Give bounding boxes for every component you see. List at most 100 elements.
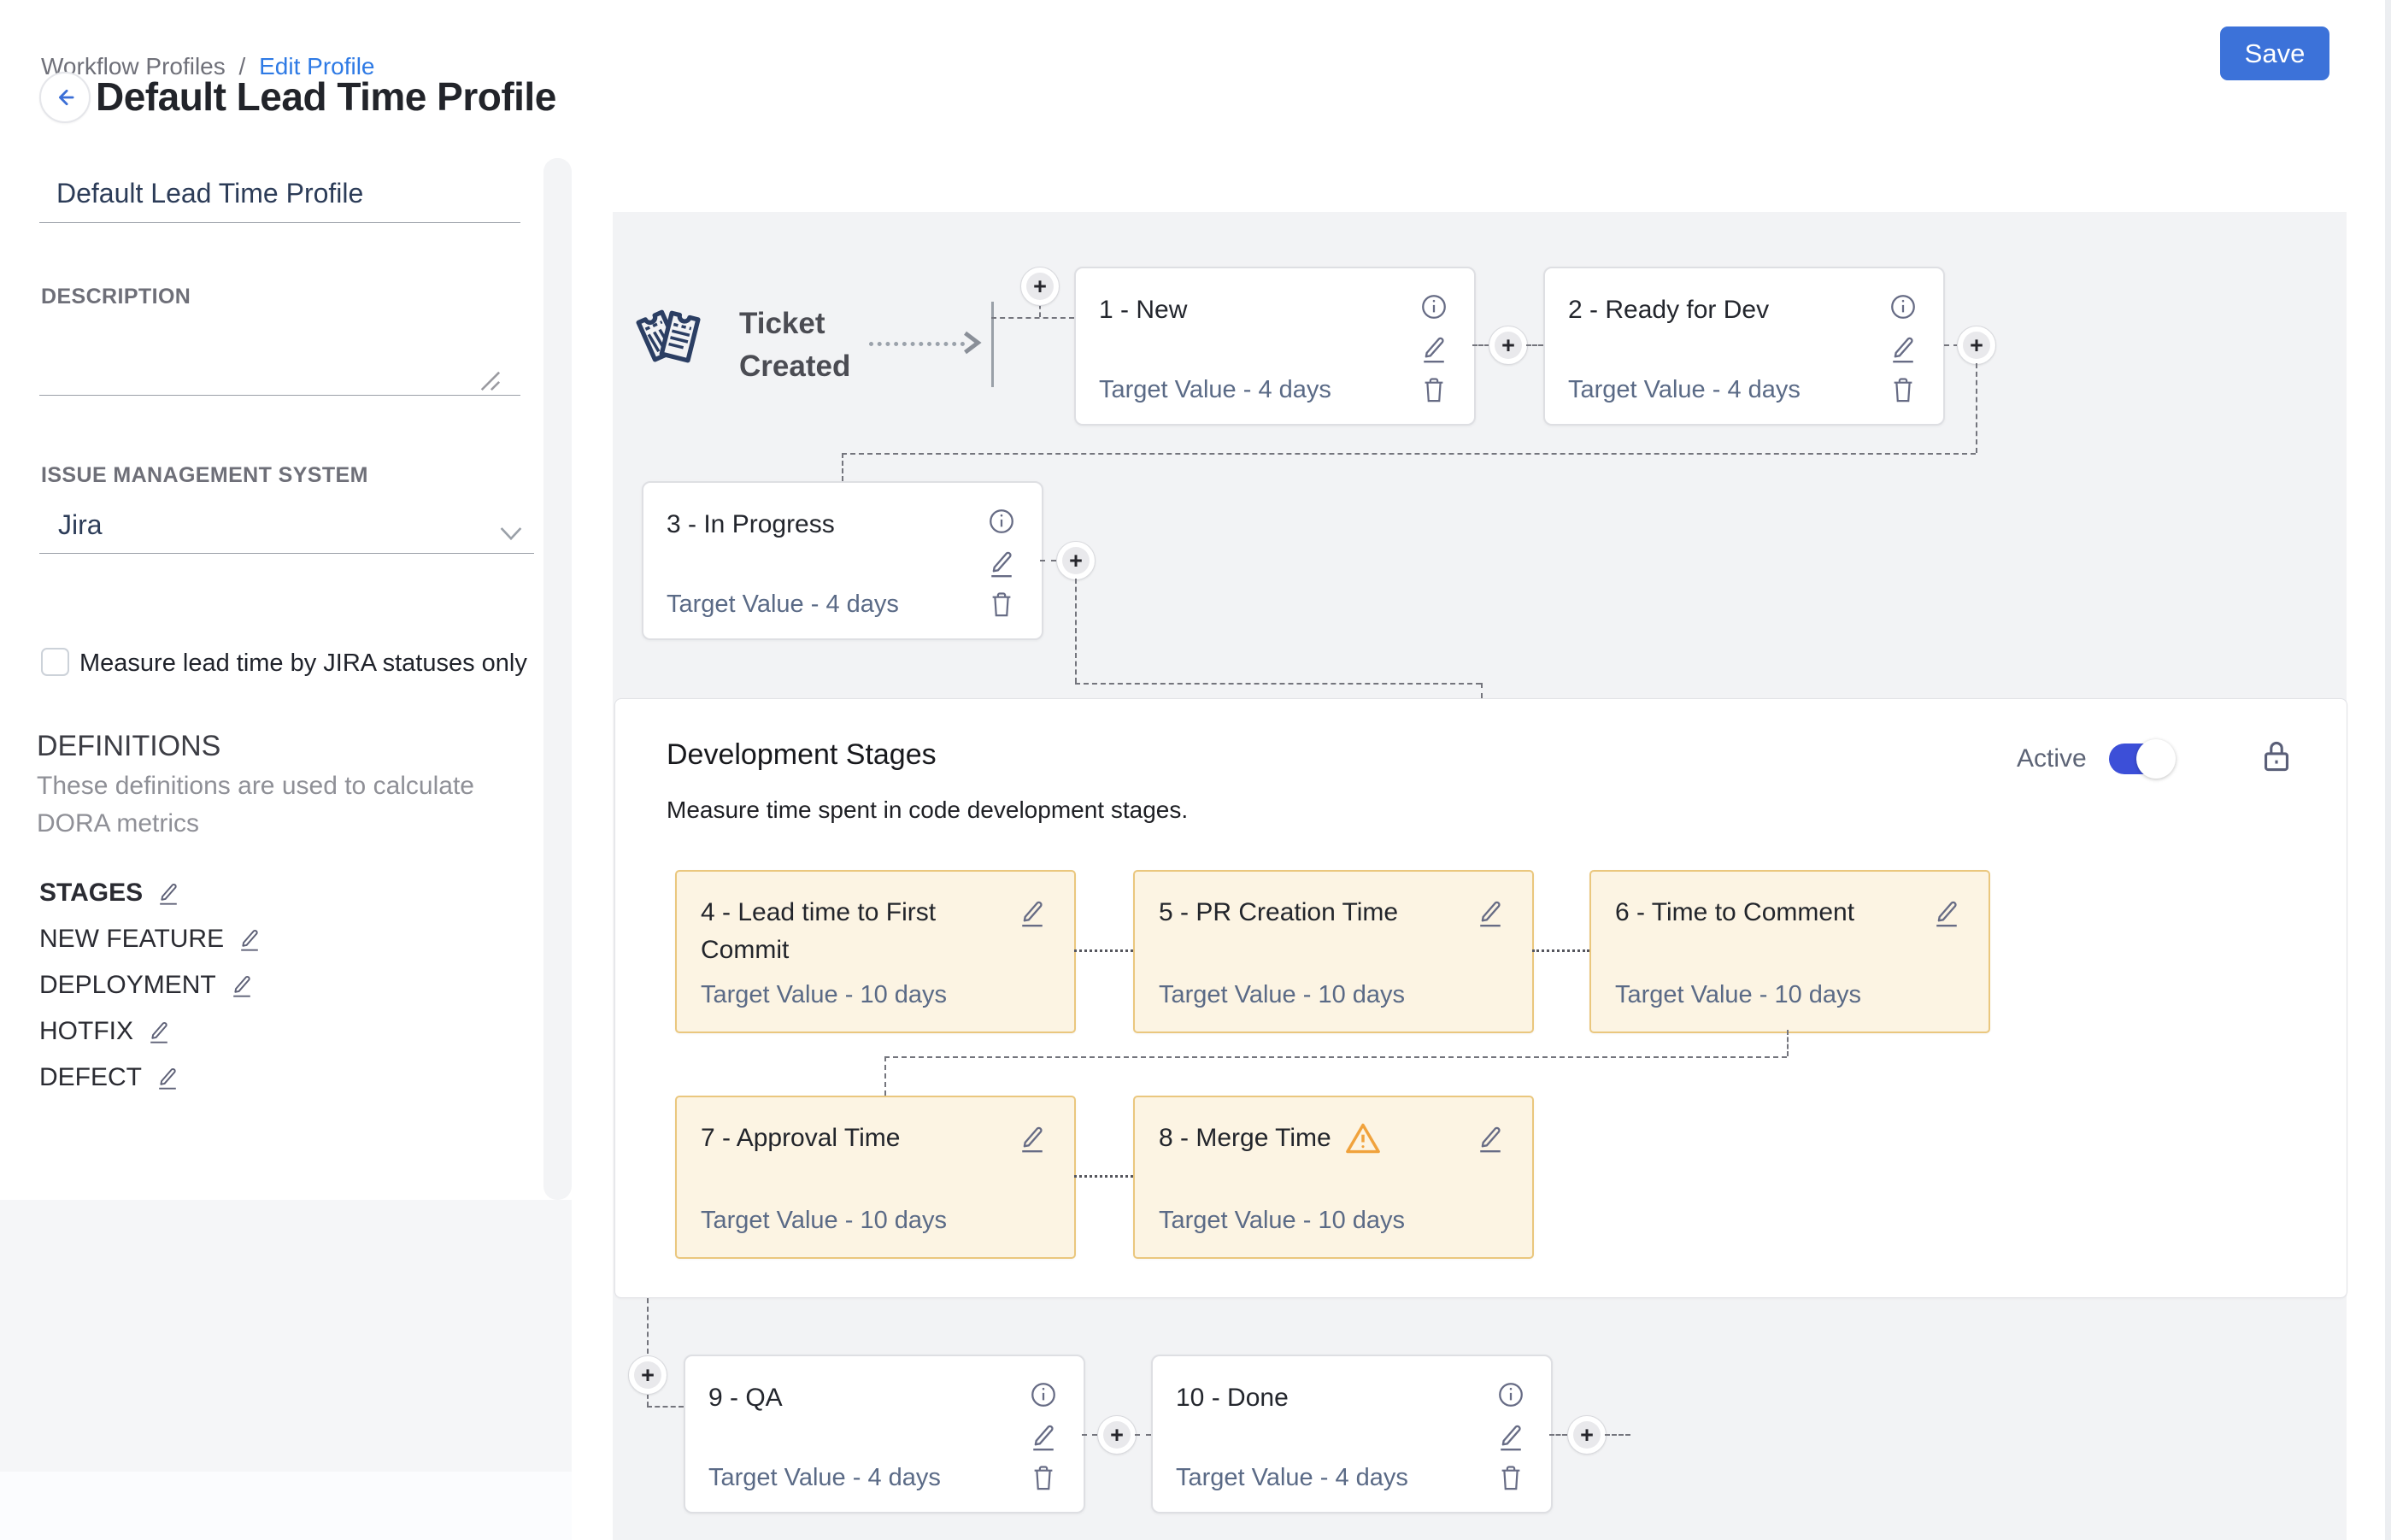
- stage-title: 3 - In Progress: [667, 510, 835, 539]
- workflow-canvas: Ticket Created + 1 - New Target Value - …: [613, 212, 2347, 1540]
- edit-icon[interactable]: [1496, 1421, 1525, 1452]
- edit-hotfix-icon[interactable]: [147, 1019, 171, 1044]
- column-line: [991, 302, 994, 387]
- active-toggle[interactable]: [2109, 744, 2171, 774]
- edit-new-feature-icon[interactable]: [238, 926, 261, 952]
- active-label: Active: [2017, 744, 2087, 773]
- issue-management-system-select[interactable]: Jira: [39, 509, 534, 554]
- edit-icon[interactable]: [1932, 897, 1961, 928]
- lock-icon[interactable]: [2260, 738, 2293, 779]
- dev-stage-card-pr-creation-time: 5 - PR Creation Time Target Value - 10 d…: [1133, 870, 1534, 1033]
- definitions-subtitle: These definitions are used to calculate …: [37, 767, 481, 843]
- dev-stage-target-value: Target Value - 10 days: [1615, 981, 1861, 1009]
- connector: [1976, 363, 1977, 453]
- dev-stage-card-time-to-comment: 6 - Time to Comment Target Value - 10 da…: [1589, 870, 1990, 1033]
- add-stage-button[interactable]: +: [1020, 267, 1060, 306]
- connector: [1074, 949, 1133, 952]
- edit-icon[interactable]: [1889, 333, 1918, 364]
- add-stage-button[interactable]: +: [1489, 326, 1528, 365]
- info-icon[interactable]: [1889, 292, 1918, 321]
- category-label: DEFECT: [39, 1063, 142, 1092]
- edit-icon[interactable]: [987, 548, 1016, 579]
- stage-card-done: 10 - Done Target Value - 4 days: [1151, 1355, 1553, 1514]
- add-stage-button[interactable]: +: [1097, 1415, 1137, 1455]
- sidebar-footer-area-lower: [0, 1472, 572, 1540]
- edit-deployment-icon[interactable]: [230, 973, 254, 998]
- edit-icon[interactable]: [1029, 1421, 1058, 1452]
- ticket-icon: [635, 297, 710, 384]
- edit-icon[interactable]: [1476, 897, 1505, 928]
- issue-management-system-label: ISSUE MANAGEMENT SYSTEM: [41, 463, 368, 488]
- start-node-label: Ticket Created: [739, 303, 876, 388]
- ims-selected-value: Jira: [58, 509, 103, 541]
- add-stage-button[interactable]: +: [628, 1355, 667, 1395]
- save-button[interactable]: Save: [2220, 26, 2329, 80]
- delete-icon[interactable]: [1029, 1462, 1058, 1493]
- stage-title: 1 - New: [1099, 296, 1187, 325]
- connector: [1039, 304, 1041, 317]
- panel-subtitle: Measure time spent in code development s…: [667, 796, 1188, 824]
- stage-title: 9 - QA: [708, 1384, 783, 1413]
- dev-stage-title: 6 - Time to Comment: [1615, 894, 1854, 932]
- definitions-title: DEFINITIONS: [37, 730, 220, 763]
- profile-name-input[interactable]: [39, 169, 520, 223]
- category-label: NEW FEATURE: [39, 925, 224, 954]
- dev-stage-title: 4 - Lead time to First Commit: [701, 894, 997, 969]
- dev-stage-card-lead-time-first-commit: 4 - Lead time to First Commit Target Val…: [675, 870, 1076, 1033]
- add-stage-button[interactable]: +: [1957, 326, 1996, 365]
- development-stages-panel: Development Stages Measure time spent in…: [614, 698, 2347, 1298]
- sidebar-item-stages: STAGES: [39, 879, 180, 908]
- stage-card-qa: 9 - QA Target Value - 4 days: [684, 1355, 1085, 1514]
- add-stage-button[interactable]: +: [1567, 1415, 1607, 1455]
- delete-icon[interactable]: [1889, 374, 1918, 405]
- connector: [1075, 579, 1077, 683]
- stage-title: 10 - Done: [1176, 1384, 1289, 1413]
- jira-statuses-checkbox-label: Measure lead time by JIRA statuses only: [79, 650, 527, 678]
- connector: [1472, 344, 1489, 346]
- connector: [647, 1406, 684, 1408]
- add-stage-button[interactable]: +: [1056, 541, 1096, 580]
- dev-stage-title: 8 - Merge Time: [1159, 1120, 1331, 1157]
- connector: [1532, 949, 1589, 952]
- stage-card-in-progress: 3 - In Progress Target Value - 4 days: [642, 481, 1043, 640]
- edit-stages-icon[interactable]: [156, 880, 180, 906]
- sidebar-scrollbar[interactable]: [543, 158, 572, 1200]
- jira-statuses-checkbox[interactable]: [41, 648, 69, 676]
- workflow-profile-editor: Workflow Profiles / Edit Profile Default…: [0, 0, 2391, 1540]
- connector: [1135, 1434, 1151, 1436]
- description-textarea[interactable]: [39, 301, 520, 396]
- connector: [1549, 1434, 1567, 1436]
- info-icon[interactable]: [1496, 1380, 1525, 1409]
- edit-icon[interactable]: [1476, 1123, 1505, 1154]
- delete-icon[interactable]: [1419, 374, 1448, 405]
- connector: [1040, 560, 1056, 561]
- dev-stage-target-value: Target Value - 10 days: [701, 981, 947, 1009]
- connector: [647, 1395, 649, 1406]
- edit-icon[interactable]: [1018, 1123, 1047, 1154]
- warning-icon: [1345, 1122, 1381, 1155]
- connector: [1526, 344, 1543, 346]
- sidebar-item-deployment: DEPLOYMENT: [39, 971, 254, 1000]
- dev-stage-card-merge-time: 8 - Merge Time Target Value - 10 days: [1133, 1096, 1534, 1259]
- edit-defect-icon[interactable]: [156, 1065, 179, 1090]
- sidebar-item-hotfix: HOTFIX: [39, 1017, 171, 1046]
- info-icon[interactable]: [987, 507, 1016, 536]
- back-button[interactable]: [39, 72, 91, 123]
- info-icon[interactable]: [1029, 1380, 1058, 1409]
- dev-stage-target-value: Target Value - 10 days: [1159, 981, 1405, 1009]
- edit-icon[interactable]: [1419, 333, 1448, 364]
- page-scrollbar[interactable]: [2385, 0, 2391, 1540]
- info-icon[interactable]: [1419, 292, 1448, 321]
- dev-stage-target-value: Target Value - 10 days: [701, 1207, 947, 1235]
- delete-icon[interactable]: [987, 589, 1016, 620]
- back-arrow-icon: [53, 85, 77, 109]
- connector: [1481, 683, 1483, 698]
- edit-icon[interactable]: [1018, 897, 1047, 928]
- start-connector: [869, 342, 965, 346]
- resize-handle-icon[interactable]: [479, 369, 501, 396]
- connector: [1787, 1030, 1789, 1056]
- delete-icon[interactable]: [1496, 1462, 1525, 1493]
- connector: [842, 453, 843, 481]
- connector: [647, 1298, 649, 1354]
- connector: [1082, 1434, 1097, 1436]
